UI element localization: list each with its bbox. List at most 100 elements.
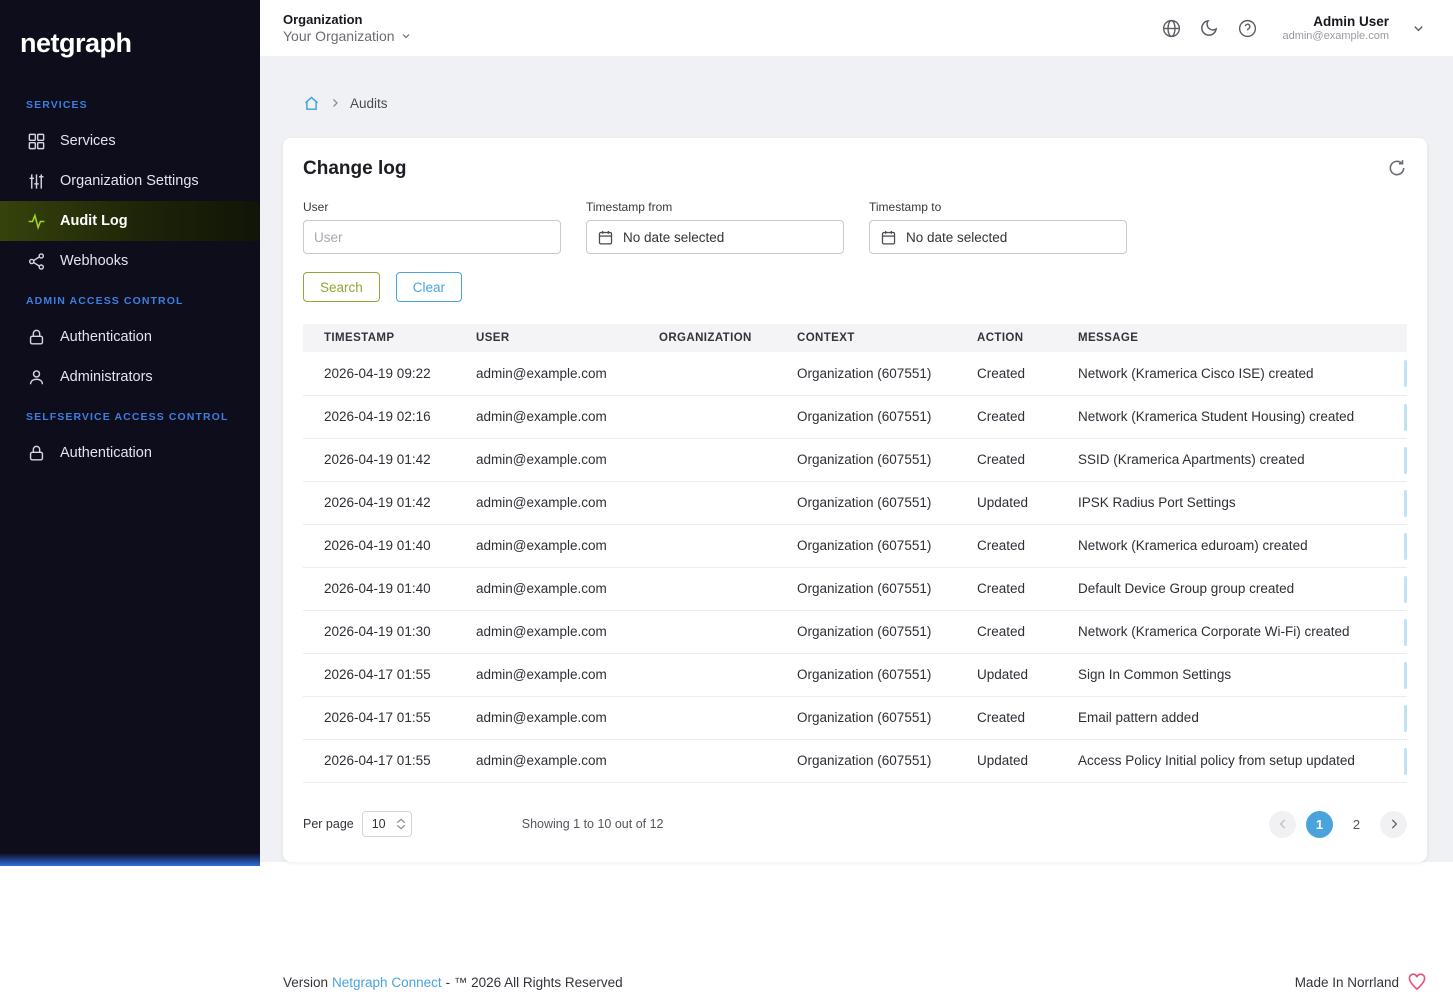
col-header-context: Context bbox=[797, 332, 855, 344]
language-globe-icon[interactable] bbox=[1160, 17, 1182, 39]
user-menu-chevron-icon[interactable] bbox=[1407, 17, 1429, 39]
cell-timestamp: 2026-04-19 01:42 bbox=[303, 481, 455, 525]
cell-timestamp: 2026-04-19 01:40 bbox=[303, 524, 455, 568]
table-row[interactable]: 2026-04-17 01:55 admin@example.com Organ… bbox=[303, 696, 1407, 740]
user-menu[interactable]: Admin User admin@example.com bbox=[1282, 14, 1389, 42]
timestamp-to-input[interactable]: No date selected bbox=[869, 220, 1127, 254]
clear-button[interactable]: Clear bbox=[395, 272, 463, 302]
cell-organization bbox=[638, 352, 776, 396]
search-button[interactable]: Search bbox=[303, 272, 380, 302]
sidebar-item-services[interactable]: Services bbox=[0, 121, 260, 161]
row-detail-indicator[interactable] bbox=[1404, 403, 1407, 431]
help-icon[interactable] bbox=[1236, 17, 1258, 39]
breadcrumb-chevron-icon bbox=[333, 99, 338, 107]
col-header-timestamp: Timestamp bbox=[324, 332, 395, 344]
netgraph-connect-link[interactable]: Netgraph Connect bbox=[332, 975, 442, 990]
cell-context: Organization (607551) bbox=[776, 610, 956, 654]
cell-timestamp: 2026-04-17 01:55 bbox=[303, 696, 455, 740]
cell-message: Network (Kramerica Student Housing) crea… bbox=[1057, 395, 1407, 439]
table-row[interactable]: 2026-04-17 01:55 admin@example.com Organ… bbox=[303, 653, 1407, 697]
content-area: Audits Change log User Timestamp from bbox=[260, 56, 1453, 862]
cell-organization bbox=[638, 438, 776, 482]
row-detail-indicator[interactable] bbox=[1404, 661, 1407, 689]
cell-timestamp: 2026-04-17 01:55 bbox=[303, 739, 455, 783]
cell-action: Created bbox=[956, 395, 1057, 439]
table-row[interactable]: 2026-04-19 01:40 admin@example.com Organ… bbox=[303, 567, 1407, 611]
cell-timestamp: 2026-04-19 01:40 bbox=[303, 567, 455, 611]
table-row[interactable]: 2026-04-19 01:42 admin@example.com Organ… bbox=[303, 481, 1407, 525]
timestamp-from-label: Timestamp from bbox=[586, 200, 673, 214]
cell-message: Sign In Common Settings bbox=[1057, 653, 1407, 697]
home-icon[interactable] bbox=[303, 95, 320, 112]
app-root: netgraph SERVICES Services Organization … bbox=[0, 0, 1453, 1003]
pagination: 1 2 bbox=[1269, 810, 1407, 838]
sidebar-item-label: Authentication bbox=[60, 445, 152, 461]
activity-icon bbox=[26, 211, 46, 231]
dark-mode-moon-icon[interactable] bbox=[1198, 17, 1220, 39]
sidebar-item-audit-log[interactable]: Audit Log bbox=[0, 201, 260, 241]
sidebar-item-webhooks[interactable]: Webhooks bbox=[0, 241, 260, 281]
sidebar-item-authentication-selfservice[interactable]: Authentication bbox=[0, 433, 260, 473]
cell-message: Network (Kramerica Corporate Wi-Fi) crea… bbox=[1057, 610, 1407, 654]
row-detail-indicator[interactable] bbox=[1404, 575, 1407, 603]
sidebar-item-label: Audit Log bbox=[60, 213, 128, 229]
calendar-icon bbox=[597, 229, 614, 246]
sidebar-item-administrators[interactable]: Administrators bbox=[0, 357, 260, 397]
calendar-icon bbox=[880, 229, 897, 246]
cell-action: Created bbox=[956, 696, 1057, 740]
pagination-page-1[interactable]: 1 bbox=[1306, 810, 1333, 838]
organization-selector[interactable]: Organization Your Organization bbox=[283, 12, 412, 44]
table-row[interactable]: 2026-04-17 01:55 admin@example.com Organ… bbox=[303, 739, 1407, 783]
refresh-icon[interactable] bbox=[1387, 158, 1407, 178]
sidebar-item-organization-settings[interactable]: Organization Settings bbox=[0, 161, 260, 201]
cell-user: admin@example.com bbox=[455, 481, 638, 525]
row-detail-indicator[interactable] bbox=[1404, 446, 1407, 474]
row-detail-indicator[interactable] bbox=[1404, 489, 1407, 517]
cell-context: Organization (607551) bbox=[776, 438, 956, 482]
cell-organization bbox=[638, 567, 776, 611]
table-row[interactable]: 2026-04-19 09:22 admin@example.com Organ… bbox=[303, 352, 1407, 396]
row-detail-indicator[interactable] bbox=[1404, 360, 1407, 387]
breadcrumb-current: Audits bbox=[350, 95, 388, 111]
user-filter-label: User bbox=[303, 200, 329, 214]
cell-context: Organization (607551) bbox=[776, 481, 956, 525]
cell-action: Created bbox=[956, 352, 1057, 396]
user-filter-input[interactable] bbox=[303, 220, 561, 254]
pagination-page-2[interactable]: 2 bbox=[1343, 811, 1370, 838]
table-row[interactable]: 2026-04-19 01:42 admin@example.com Organ… bbox=[303, 438, 1407, 482]
table-row[interactable]: 2026-04-19 02:16 admin@example.com Organ… bbox=[303, 395, 1407, 439]
chevron-down-icon bbox=[402, 34, 409, 39]
per-page-stepper[interactable] bbox=[396, 818, 406, 830]
sidebar-item-label: Services bbox=[60, 133, 116, 149]
sidebar-item-authentication-admin[interactable]: Authentication bbox=[0, 317, 260, 357]
cell-context: Organization (607551) bbox=[776, 653, 956, 697]
audit-table-body: 2026-04-19 09:22 admin@example.com Organ… bbox=[303, 352, 1407, 783]
pagination-next-button[interactable] bbox=[1380, 810, 1407, 838]
cell-context: Organization (607551) bbox=[776, 395, 956, 439]
row-detail-indicator[interactable] bbox=[1404, 704, 1407, 732]
pagination-prev-button[interactable] bbox=[1269, 810, 1296, 838]
cell-message: Network (Kramerica Cisco ISE) created bbox=[1057, 352, 1407, 396]
timestamp-from-input[interactable]: No date selected bbox=[586, 220, 844, 254]
row-detail-indicator[interactable] bbox=[1404, 532, 1407, 560]
cell-context: Organization (607551) bbox=[776, 567, 956, 611]
heart-icon bbox=[1407, 972, 1427, 992]
row-detail-indicator[interactable] bbox=[1404, 747, 1407, 775]
cell-message: Access Policy Initial policy from setup … bbox=[1057, 739, 1407, 783]
table-row[interactable]: 2026-04-19 01:30 admin@example.com Organ… bbox=[303, 610, 1407, 654]
cell-organization bbox=[638, 696, 776, 740]
page-title: Change log bbox=[303, 158, 407, 179]
sidebar-item-label: Organization Settings bbox=[60, 173, 199, 189]
cell-context: Organization (607551) bbox=[776, 352, 956, 396]
cell-user: admin@example.com bbox=[455, 352, 638, 396]
cell-organization bbox=[638, 524, 776, 568]
sidebar-section-services: SERVICES bbox=[26, 99, 88, 111]
main-column: Organization Your Organization Admin Use… bbox=[260, 0, 1453, 1003]
app-logo: netgraph bbox=[20, 28, 132, 58]
per-page-input[interactable] bbox=[371, 817, 396, 831]
breadcrumb: Audits bbox=[283, 92, 1427, 114]
table-header-row: Timestamp User Organization Context Acti… bbox=[303, 324, 1407, 352]
sidebar-bottom-glow bbox=[0, 853, 260, 866]
table-row[interactable]: 2026-04-19 01:40 admin@example.com Organ… bbox=[303, 524, 1407, 568]
row-detail-indicator[interactable] bbox=[1404, 618, 1407, 646]
